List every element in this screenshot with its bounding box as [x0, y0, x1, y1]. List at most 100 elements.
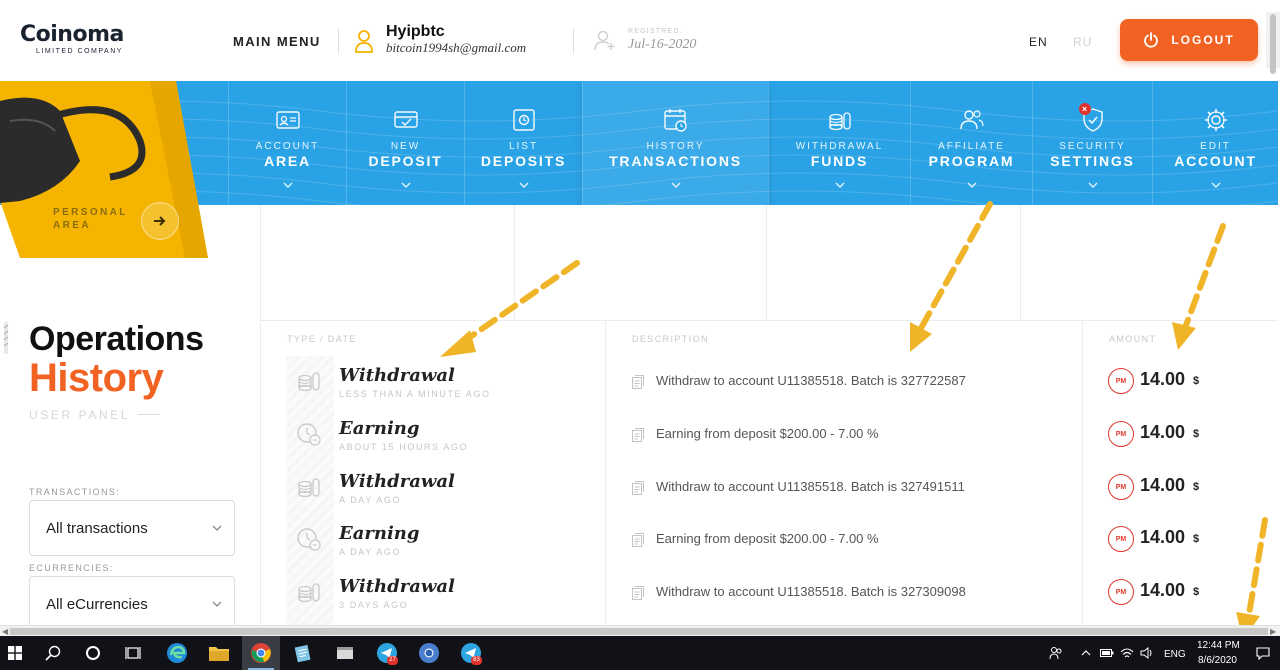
cortana-button[interactable]: [78, 636, 108, 670]
transaction-type: Earning: [339, 418, 420, 439]
transaction-type: Withdrawal: [339, 365, 455, 386]
table-row[interactable]: Withdrawal A DAY AGO Withdraw to account…: [260, 462, 1274, 515]
stat-divider: [766, 205, 767, 321]
chevron-down-icon: [401, 175, 411, 188]
table-row[interactable]: Earning A DAY AGO Earning from deposit $…: [260, 514, 1274, 567]
chevron-down-icon: [212, 525, 222, 531]
table-row[interactable]: Withdrawal LESS THAN A MINUTE AGO Withdr…: [260, 356, 1274, 409]
tray-overflow-button[interactable]: [1078, 636, 1094, 670]
chevron-down-icon: [967, 175, 977, 188]
page-title: Operations: [29, 320, 204, 358]
logout-button[interactable]: LOGOUT: [1120, 19, 1258, 61]
task-view-button[interactable]: [118, 636, 148, 670]
action-center-button[interactable]: [1248, 636, 1278, 670]
notepad-icon: [294, 644, 311, 663]
chrome-taskbar-button-2[interactable]: [410, 636, 448, 670]
nav-item-label-top: AFFILIATE: [938, 141, 1005, 152]
perfect-money-badge: PM: [1108, 368, 1134, 394]
search-button[interactable]: [38, 636, 68, 670]
transaction-type: Withdrawal: [339, 576, 455, 597]
lang-ru-link[interactable]: RU: [1073, 35, 1092, 49]
header-divider: [338, 28, 339, 54]
transaction-currency: $: [1193, 481, 1200, 493]
coinoma-logo[interactable]: Coinoma LIMITED COMPANY: [20, 24, 124, 56]
gear-icon: [1203, 107, 1229, 133]
nav-item-deposits[interactable]: LIST DEPOSITS: [464, 81, 582, 205]
logout-label: LOGOUT: [1171, 33, 1235, 47]
nav-item-label: FUNDS: [810, 153, 869, 169]
stat-divider: [514, 205, 515, 321]
windows-icon: [8, 646, 22, 660]
transaction-description: Earning from deposit $200.00 - 7.00 %: [656, 531, 879, 546]
lang-en-link[interactable]: EN: [1029, 35, 1048, 49]
notepad-taskbar-button[interactable]: [284, 636, 322, 670]
nav-item-settings[interactable]: × SECURITY SETTINGS: [1032, 81, 1152, 205]
table-row[interactable]: Earning ABOUT 15 HOURS AGO Earning from …: [260, 409, 1274, 462]
transaction-type: Earning: [339, 523, 420, 544]
edge-icon: [167, 643, 187, 663]
explorer-taskbar-button[interactable]: [200, 636, 238, 670]
chevron-down-icon: [283, 175, 293, 188]
scroll-left-icon[interactable]: ◀: [2, 627, 8, 636]
transaction-currency: $: [1193, 428, 1200, 440]
scroll-right-icon[interactable]: ▶: [1270, 627, 1276, 636]
nav-item-account[interactable]: EDIT ACCOUNT: [1152, 81, 1278, 205]
calendar-clock-icon: [663, 107, 689, 133]
nav-item-area[interactable]: ACCOUNT AREA: [228, 81, 346, 205]
wifi-button[interactable]: [1118, 636, 1136, 670]
transactions-filter-select[interactable]: All transactions: [29, 500, 235, 556]
telegram-taskbar-button-1[interactable]: 27: [368, 636, 406, 670]
clock-time[interactable]: 12:44 PM: [1197, 640, 1240, 651]
start-button[interactable]: [0, 636, 30, 670]
nav-item-transactions[interactable]: HISTORY TRANSACTIONS: [582, 81, 768, 205]
nav-item-program[interactable]: AFFILIATE PROGRAM: [910, 81, 1032, 205]
vertical-scroll-thumb[interactable]: [1270, 14, 1276, 74]
task-view-icon: [125, 647, 141, 659]
transactions-filter-label: TRANSACTIONS:: [29, 487, 121, 497]
nav-item-deposit[interactable]: NEW DEPOSIT: [346, 81, 464, 205]
transaction-description: Withdraw to account U11385518. Batch is …: [656, 479, 965, 494]
chevron-down-icon: [519, 175, 529, 188]
nav-item-label: ACCOUNT: [1174, 153, 1257, 169]
nav-item-label-top: NEW: [390, 141, 421, 152]
coins-icon: [296, 368, 322, 394]
people-icon: [1049, 647, 1062, 660]
horizontal-scroll-thumb[interactable]: [10, 628, 1268, 635]
user-name: Hyipbtc: [386, 23, 445, 40]
chevron-down-icon: [835, 175, 845, 188]
perfect-money-badge: PM: [1108, 421, 1134, 447]
side-handle[interactable]: [0, 322, 10, 354]
chevron-down-icon: [212, 601, 222, 607]
transaction-type: Withdrawal: [339, 471, 455, 492]
chrome-taskbar-button[interactable]: [242, 636, 280, 670]
edge-taskbar-button[interactable]: [158, 636, 196, 670]
people-button[interactable]: [1044, 636, 1068, 670]
transaction-amount: 14.00: [1140, 422, 1186, 442]
telegram-taskbar-button-2[interactable]: 83: [452, 636, 490, 670]
personal-area-button[interactable]: [141, 202, 179, 240]
nav-item-funds[interactable]: WITHDRAWAL FUNDS: [768, 81, 910, 205]
transaction-amount: 14.00: [1140, 475, 1186, 495]
input-language[interactable]: ENG: [1164, 649, 1186, 660]
notification-icon: [1256, 646, 1270, 660]
main-menu-button[interactable]: MAIN MENU: [233, 34, 321, 49]
windows-taskbar: 27 83 ENG: [0, 636, 1280, 670]
app-taskbar-button[interactable]: [326, 636, 364, 670]
horizontal-scrollbar[interactable]: ◀ ▶: [0, 625, 1280, 636]
document-icon: [632, 586, 644, 600]
nav-item-label: SETTINGS: [1050, 153, 1135, 169]
id-card-icon: [275, 107, 301, 133]
nav-item-label-top: LIST: [508, 141, 539, 152]
volume-button[interactable]: [1138, 636, 1156, 670]
clock-date[interactable]: 8/6/2020: [1198, 655, 1237, 666]
ecurrencies-filter-select[interactable]: All eCurrencies: [29, 576, 235, 632]
nav-item-label-top: WITHDRAWAL: [795, 141, 884, 152]
chevron-down-icon: [1088, 175, 1098, 188]
transaction-description: Earning from deposit $200.00 - 7.00 %: [656, 426, 879, 441]
transaction-currency: $: [1193, 533, 1200, 545]
battery-button[interactable]: [1098, 636, 1116, 670]
chevron-down-icon: [1211, 175, 1221, 188]
arrow-right-icon: [154, 216, 166, 226]
nav-item-label-top: ACCOUNT: [255, 141, 320, 152]
table-row[interactable]: Withdrawal 3 DAYS AGO Withdraw to accoun…: [260, 567, 1274, 620]
